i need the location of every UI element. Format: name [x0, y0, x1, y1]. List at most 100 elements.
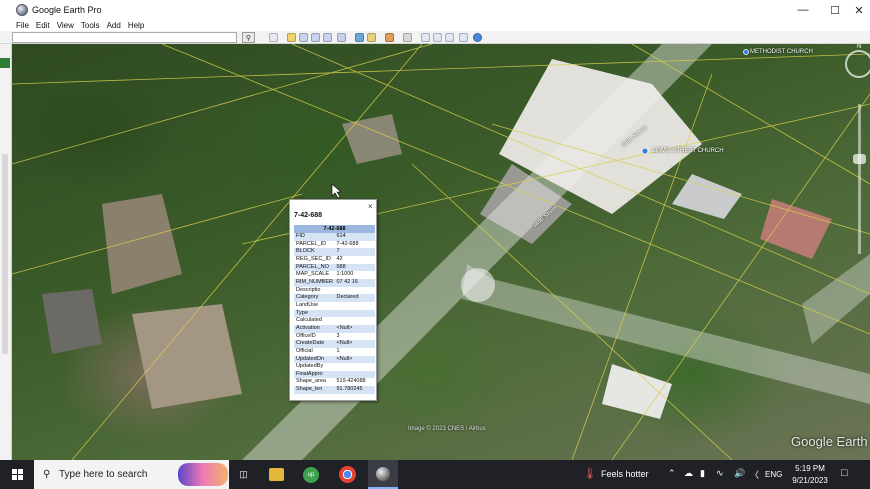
clock-time: 5:19 PM: [795, 464, 825, 473]
toolbar: ⚲: [0, 31, 870, 44]
road-node: [461, 268, 495, 302]
map-overlay: [12, 44, 870, 460]
file-explorer-icon[interactable]: [269, 468, 284, 481]
start-button[interactable]: [0, 460, 34, 489]
minimize-button[interactable]: —: [786, 0, 820, 20]
attribute-value: <Null>: [334, 355, 375, 364]
building: [132, 304, 242, 409]
balloon-title: 7-42-688: [294, 212, 323, 219]
attribute-key: Category: [294, 294, 335, 302]
church-label[interactable]: LEWIS STREET CHURCH: [652, 148, 724, 154]
attribute-row: Shape_len 91.780245: [294, 386, 375, 394]
system-clock[interactable]: 5:19 PM 9/21/2023: [784, 463, 836, 487]
close-button[interactable]: ✕: [848, 0, 870, 20]
search-highlight-art[interactable]: [178, 463, 228, 486]
attribute-key: Descriptio: [296, 286, 321, 293]
earth-gallery-icon[interactable]: [473, 33, 482, 42]
attribute-row: Official 1: [294, 348, 375, 356]
planets-icon[interactable]: [385, 33, 394, 42]
menu-tools[interactable]: Tools: [81, 21, 100, 30]
attribute-key: RIM_NUMBER: [294, 278, 335, 287]
print-icon[interactable]: [433, 33, 442, 42]
menu-help[interactable]: Help: [128, 21, 144, 30]
weather-text[interactable]: Feels hotter: [601, 469, 649, 479]
attribute-value: 7-42-688: [336, 240, 359, 247]
taskbar-search-placeholder: Type here to search: [59, 469, 148, 480]
attribute-row: REG_SEC_ID 42: [294, 256, 375, 264]
chrome-icon[interactable]: [339, 466, 356, 483]
notification-icon[interactable]: □: [841, 467, 848, 479]
window-title: Google Earth Pro: [32, 5, 102, 15]
zoom-knob[interactable]: [853, 154, 866, 164]
attribute-key: CreateDate: [294, 340, 335, 348]
feature-info-balloon: × 7-42-688 7-42-688 FID 614 PARCEL_ID 7-42-…: [289, 199, 377, 401]
ruler-icon[interactable]: [403, 33, 412, 42]
place-pin-icon[interactable]: [743, 49, 749, 55]
view-in-maps-icon[interactable]: [459, 33, 468, 42]
tray-chevron-icon[interactable]: ⌃: [668, 468, 676, 479]
windows-icon: [11, 469, 23, 480]
attribute-value: [334, 309, 375, 318]
search-icon: ⚲: [43, 469, 51, 480]
record-tour-icon[interactable]: [337, 33, 346, 42]
placemark-icon[interactable]: [287, 33, 296, 42]
image-overlay-icon[interactable]: [323, 33, 332, 42]
attribute-row: Type: [294, 309, 375, 318]
search-button[interactable]: ⚲: [242, 32, 255, 43]
attribute-value: [335, 287, 376, 295]
clock-date: 9/21/2023: [792, 476, 828, 485]
historical-imagery-icon[interactable]: [355, 33, 364, 42]
attribute-row: OfficeID 3: [294, 333, 375, 341]
menu-view[interactable]: View: [57, 21, 74, 30]
attribute-value: [335, 317, 376, 325]
attribute-row: FID 614: [294, 233, 375, 241]
menu-add[interactable]: Add: [107, 21, 121, 30]
google-earth-icon: [16, 4, 28, 16]
network-icon[interactable]: 〈: [750, 468, 759, 481]
attribute-key: UpdatedBy: [296, 363, 324, 370]
email-icon[interactable]: [421, 33, 430, 42]
church-pin-icon[interactable]: [641, 147, 649, 155]
attribute-row: UpdatedOn <Null>: [294, 355, 375, 364]
cloud-icon[interactable]: ☁: [684, 468, 693, 479]
attribute-key: Shape_len: [294, 386, 335, 394]
upwork-icon[interactable]: up: [303, 467, 319, 483]
attribute-value: <Null>: [334, 324, 375, 333]
volume-icon[interactable]: 🔊: [734, 468, 745, 479]
attribute-value: <Null>: [334, 340, 375, 348]
close-balloon-icon[interactable]: ×: [368, 202, 373, 211]
attribute-row: BLOCK 7: [294, 248, 375, 256]
thermometer-icon[interactable]: 🌡: [583, 467, 597, 480]
menu-file[interactable]: File: [16, 21, 29, 30]
attribute-key: PARCEL_NO: [294, 263, 335, 272]
title-bar: Google Earth Pro — ☐ ✕: [0, 0, 870, 20]
sidebar-toggle-icon[interactable]: [269, 33, 278, 42]
north-indicator-icon[interactable]: N: [857, 44, 861, 50]
attribute-row: MAP_SCALE 1:1000: [294, 271, 375, 279]
google-earth-logo: Google Earth: [791, 434, 868, 449]
save-image-icon[interactable]: [445, 33, 454, 42]
attribute-value: 1:1000: [336, 271, 354, 278]
attribute-value: 519.424088: [336, 378, 366, 385]
attribute-row: Activation <Null>: [294, 324, 375, 333]
compass-ring[interactable]: [845, 50, 870, 78]
google-earth-taskbar-icon[interactable]: [368, 460, 398, 489]
task-view-icon[interactable]: ◫: [233, 464, 254, 485]
path-icon[interactable]: [311, 33, 320, 42]
wifi-icon[interactable]: ∿: [716, 468, 724, 479]
menu-edit[interactable]: Edit: [36, 21, 50, 30]
sidebar-scrollbar[interactable]: [2, 154, 8, 354]
sunlight-icon[interactable]: [367, 33, 376, 42]
battery-icon[interactable]: ▮: [700, 468, 705, 479]
maximize-button[interactable]: ☐: [818, 0, 852, 20]
language-indicator[interactable]: ENG: [765, 470, 782, 479]
polygon-icon[interactable]: [299, 33, 308, 42]
google-earth-icon: [376, 466, 390, 481]
attribute-table-header: 7-42-688: [294, 225, 375, 233]
zoom-slider[interactable]: [858, 104, 861, 254]
map-view[interactable]: LEWIS STREET CHURCH METHODIST CHURCH Jad…: [12, 44, 870, 460]
attribute-key: Official: [296, 347, 313, 354]
search-input[interactable]: [12, 32, 237, 43]
attribute-key: LandUse: [296, 301, 319, 308]
place-label-top[interactable]: METHODIST CHURCH: [750, 49, 813, 55]
